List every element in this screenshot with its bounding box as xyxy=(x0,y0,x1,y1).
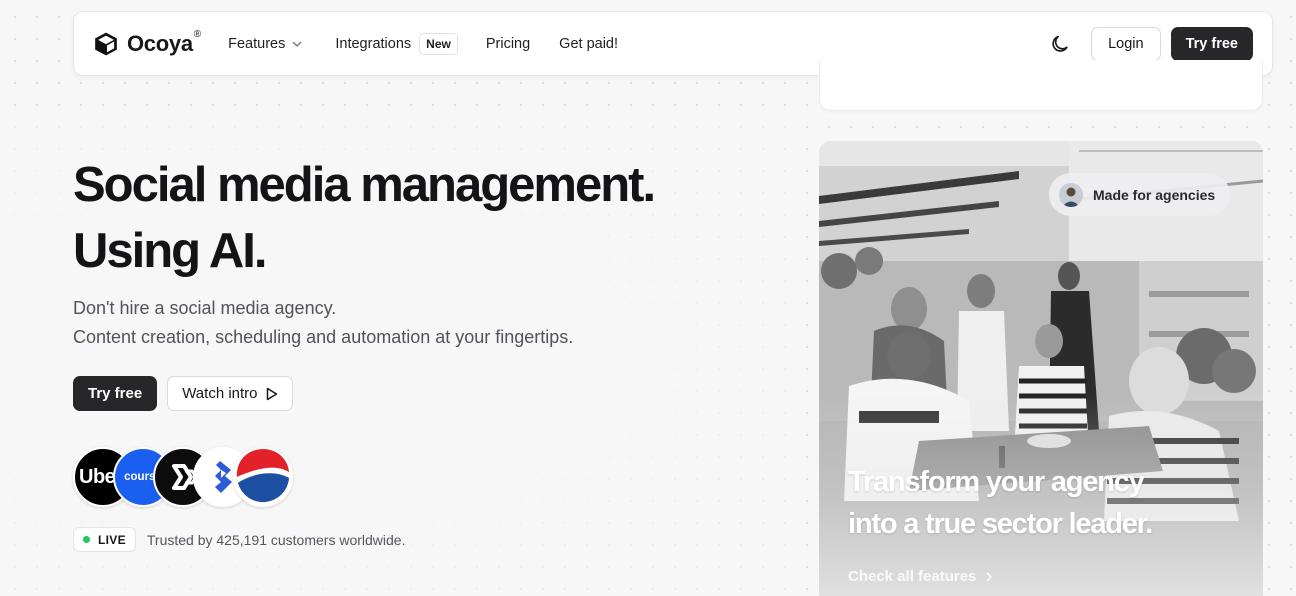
check-all-features-link[interactable]: Check all features xyxy=(848,568,994,585)
cube-icon xyxy=(95,32,117,55)
live-badge: LIVE xyxy=(73,527,136,552)
nav-features-label: Features xyxy=(228,35,286,52)
agency-photo-card[interactable]: Made for agencies Transform your agency … xyxy=(819,141,1263,596)
headline-line-2: Using AI. xyxy=(73,224,268,278)
brand-logo[interactable]: Ocoya ® xyxy=(93,29,202,57)
card-title-line-2: into a true sector leader. xyxy=(848,508,1153,540)
new-badge: New xyxy=(419,32,458,55)
watch-intro-label: Watch intro xyxy=(182,385,258,402)
live-label: LIVE xyxy=(98,532,126,547)
watch-intro-button[interactable]: Watch intro xyxy=(167,376,293,411)
login-button[interactable]: Login xyxy=(1091,26,1161,61)
headline-line-1: Social media management. xyxy=(73,158,656,212)
trusted-text: Trusted by 425,191 customers worldwide. xyxy=(146,531,406,548)
avatar xyxy=(1059,182,1083,207)
brand-name: Ocoya xyxy=(127,30,193,56)
live-dot-icon xyxy=(83,536,90,543)
pepsi-logo-mark xyxy=(236,449,290,504)
nav-get-paid[interactable]: Get paid! xyxy=(559,36,618,52)
nav-pricing[interactable]: Pricing xyxy=(486,36,530,52)
hero-subtitle: Don't hire a social media agency. Conten… xyxy=(73,294,573,352)
moon-icon[interactable] xyxy=(1049,33,1071,55)
top-card-fragment xyxy=(819,60,1263,111)
subtitle-line-1: Don't hire a social media agency. xyxy=(73,298,337,318)
registered-mark: ® xyxy=(193,29,202,40)
social-proof: LIVE Trusted by 425,191 customers worldw… xyxy=(73,527,405,552)
nav-integrations-label: Integrations xyxy=(335,35,412,52)
pepsi-logo xyxy=(233,447,293,507)
subtitle-line-2: Content creation, scheduling and automat… xyxy=(73,327,574,347)
nav-actions: Login Try free xyxy=(1049,26,1253,61)
nav-menu: Features Integrations New Pricing Get pa… xyxy=(228,32,618,55)
hero-actions: Try free Watch intro xyxy=(73,376,293,411)
nav-features[interactable]: Features xyxy=(228,36,303,52)
made-for-agencies-label: Made for agencies xyxy=(1093,186,1216,203)
play-icon xyxy=(266,387,277,400)
card-title: Transform your agency into a true sector… xyxy=(848,461,1248,545)
check-all-features-label: Check all features xyxy=(848,568,977,585)
hero-headline: Social media management. Using AI. xyxy=(73,152,656,284)
card-title-line-1: Transform your agency xyxy=(848,466,1145,498)
customer-logos: Uber course xyxy=(73,447,293,507)
try-free-hero-button[interactable]: Try free xyxy=(73,376,158,411)
chevron-down-icon xyxy=(292,41,302,47)
try-free-nav-button[interactable]: Try free xyxy=(1170,26,1253,61)
nav-integrations[interactable]: Integrations New xyxy=(335,32,458,55)
chevron-right-icon xyxy=(986,571,993,582)
made-for-agencies-badge: Made for agencies xyxy=(1049,173,1231,216)
